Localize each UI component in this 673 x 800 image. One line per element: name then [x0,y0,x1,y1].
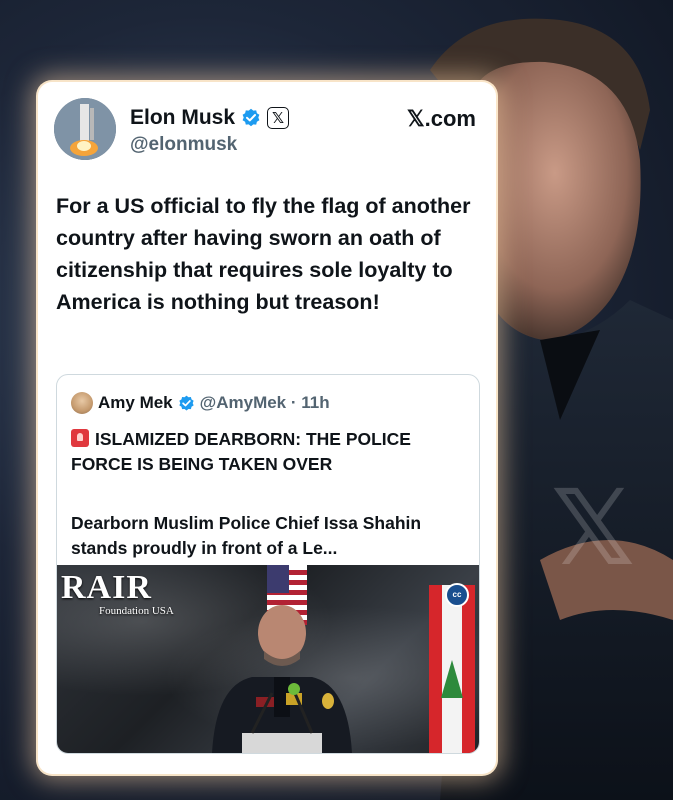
quoted-author-name[interactable]: Amy Mek [98,393,173,413]
quoted-tweet-header: Amy Mek @AmyMek · 11h [71,391,330,415]
author-handle[interactable]: @elonmusk [130,134,237,156]
tweet-text: For a US official to fly the flag of ano… [56,194,471,314]
author-row: Elon Musk 𝕏 [130,104,290,132]
cc-badge-icon: cc [445,583,469,607]
quoted-media-image[interactable]: cc RAIR Foundation USA [57,565,479,753]
cedar-icon [441,660,463,698]
author-avatar[interactable] [54,98,116,160]
tweet-card[interactable]: Elon Musk 𝕏 @elonmusk 𝕏.com For a US off… [38,82,496,774]
rair-logo: RAIR Foundation USA [61,569,174,618]
quoted-handle-time[interactable]: @AmyMek · 11h [200,393,330,413]
rocket-launch-icon [54,98,116,160]
verified-badge-icon [242,108,260,127]
quoted-headline-text: ISLAMIZED DEARBORN: THE POLICE FORCE IS … [71,429,411,474]
rair-logo-text: RAIR [61,569,152,606]
quoted-headline: ISLAMIZED DEARBORN: THE POLICE FORCE IS … [71,427,471,477]
site-label: 𝕏.com [406,106,476,131]
author-name[interactable]: Elon Musk [130,106,235,130]
quoted-author-avatar[interactable] [71,392,93,414]
quoted-tweet[interactable]: Amy Mek @AmyMek · 11h ISLAMIZED DEARBORN… [56,374,480,754]
rair-logo-subtitle: Foundation USA [99,605,174,617]
x-watermark-icon: 𝕏 [551,467,635,589]
police-officer-figure [212,605,352,753]
verified-badge-icon [179,395,194,410]
quoted-body: Dearborn Muslim Police Chief Issa Shahin… [71,513,422,558]
x-logo-icon: 𝕏 [267,107,290,129]
siren-icon [71,429,89,447]
